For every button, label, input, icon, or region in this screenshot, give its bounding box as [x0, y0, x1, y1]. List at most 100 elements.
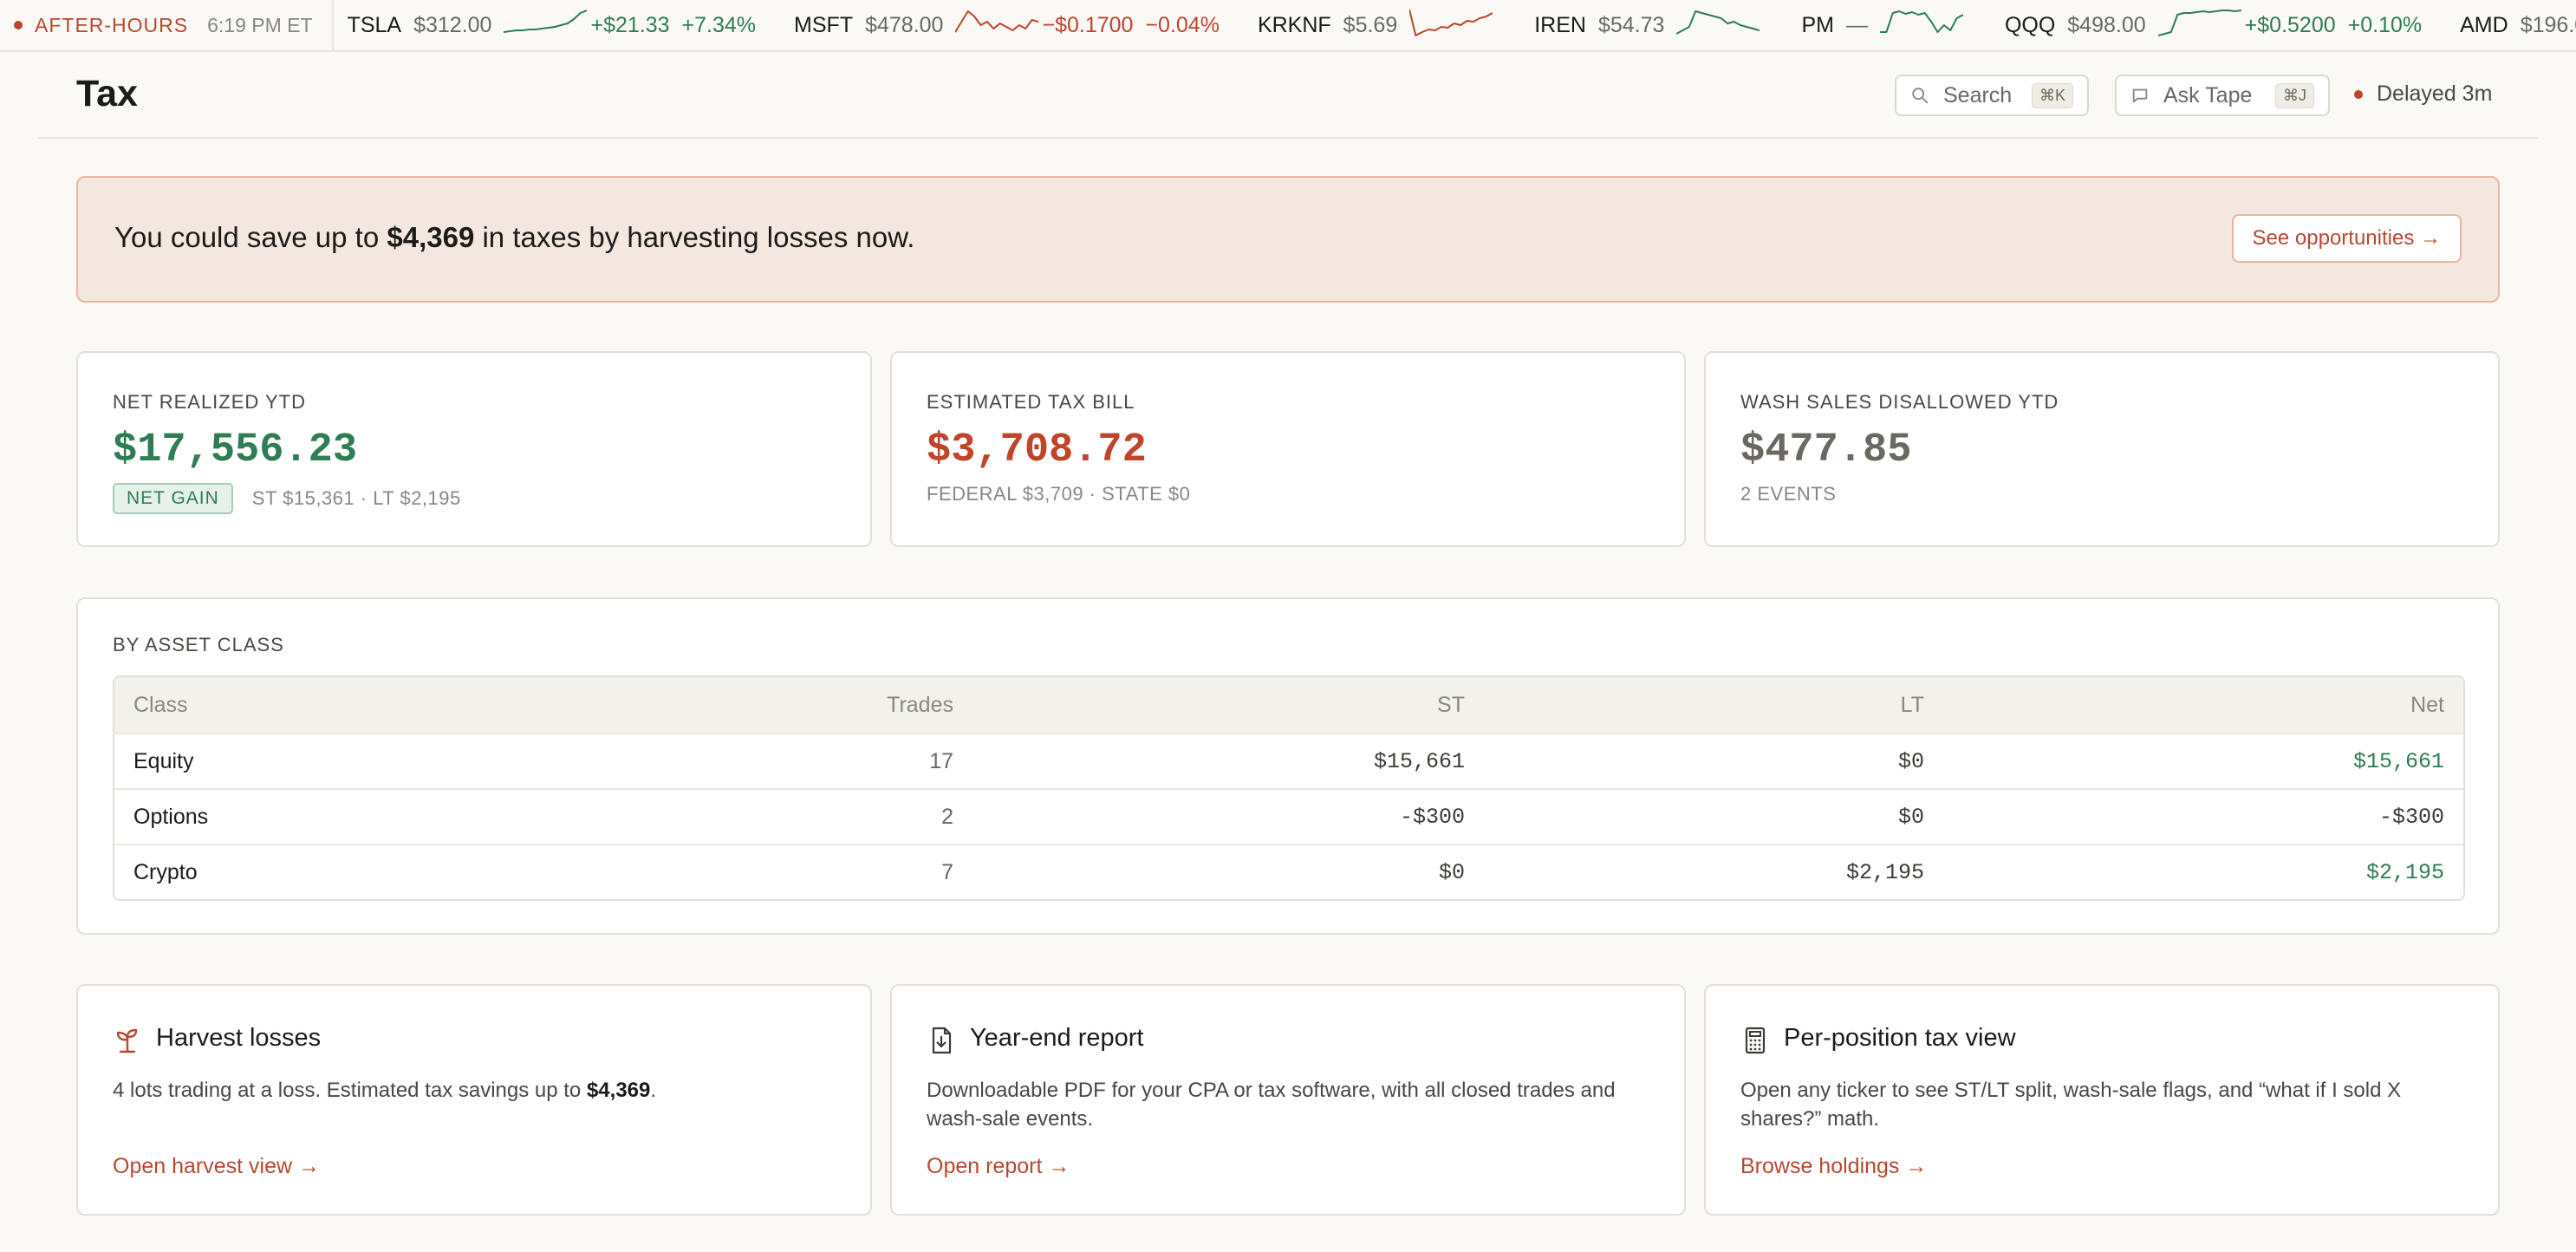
- cell-class: Equity: [133, 748, 194, 773]
- open-harvest-view-link[interactable]: Open harvest view →: [113, 1154, 320, 1179]
- table-row[interactable]: Options 2 -$300 $0 -$300: [114, 788, 2463, 844]
- card-title: Per-position tax view: [1784, 1024, 2016, 1052]
- sparkline-path: [2157, 10, 2241, 36]
- table-header-row: Class Trades ST LT Net: [114, 677, 2463, 733]
- sparkline-icon: [504, 10, 588, 33]
- desc-amount: $4,369: [586, 1079, 651, 1102]
- ticker-item-msft[interactable]: MSFT $478.00 −$0.1700 −0.04%: [794, 6, 1220, 44]
- search-label: Search: [1943, 82, 2013, 108]
- ticker-percent: −0.04%: [1145, 12, 1220, 37]
- net-gain-badge: NET GAIN: [113, 483, 233, 514]
- ticker-price: $498.00: [2067, 12, 2146, 37]
- card-description: 4 lots trading at a loss. Estimated tax …: [113, 1076, 841, 1105]
- ticker-symbol: KRKNF: [1257, 12, 1331, 37]
- sparkline-path: [955, 10, 1039, 33]
- net-realized-card: NET REALIZED YTD $17,556.23 NET GAIN ST …: [76, 351, 872, 547]
- per-position-card: Per-position tax view Open any ticker to…: [1704, 984, 2500, 1216]
- card-title: Year-end report: [970, 1024, 1144, 1052]
- ticker-symbol: IREN: [1534, 12, 1586, 37]
- session-label: AFTER-HOURS: [35, 13, 189, 36]
- column-header[interactable]: LT: [1484, 693, 1943, 718]
- cell-class: Options: [133, 804, 209, 829]
- ticker-item-tsla[interactable]: TSLA $312.00 +$21.33 +7.34%: [348, 6, 756, 44]
- status-dot: [2354, 89, 2363, 99]
- stat-sub: 2 EVENTS: [1740, 483, 1837, 505]
- ask-tape-label: Ask Tape: [2163, 82, 2253, 108]
- search-button[interactable]: Search ⌘K: [1895, 75, 2089, 116]
- sparkline-icon: [955, 10, 1039, 33]
- asset-class-table: Class Trades ST LT Net Equity 17 $15,661…: [113, 675, 2465, 901]
- ticker-symbol: QQQ: [2004, 12, 2056, 37]
- ask-tape-button[interactable]: Ask Tape ⌘J: [2115, 75, 2330, 116]
- ticker-item-pm[interactable]: PM —: [1801, 6, 1967, 44]
- table-row[interactable]: Crypto 7 $0 $2,195 $2,195: [114, 844, 2463, 899]
- tax-bill-card: ESTIMATED TAX BILL $3,708.72 FEDERAL $3,…: [890, 351, 1686, 547]
- ticker-change: +$0.5200: [2244, 12, 2336, 37]
- open-report-link[interactable]: Open report →: [927, 1154, 1070, 1179]
- ticker-price: $196.00: [2520, 12, 2576, 37]
- cell-trades: 2: [941, 804, 953, 829]
- ticker-symbol: MSFT: [794, 12, 854, 37]
- column-header[interactable]: ST: [973, 693, 1484, 718]
- ticker-item-krknf[interactable]: KRKNF $5.69: [1258, 6, 1496, 44]
- cell-lt: $2,195: [1845, 859, 1924, 885]
- year-end-report-card: Year-end report Downloadable PDF for you…: [890, 984, 1686, 1216]
- harvest-banner: You could save up to $4,369 in taxes by …: [76, 176, 2500, 303]
- see-opportunities-button[interactable]: See opportunities →: [2231, 214, 2462, 263]
- stat-sub: NET GAIN ST $15,361 · LT $2,195: [113, 483, 461, 514]
- banner-amount: $4,369: [387, 221, 475, 253]
- search-icon: [1912, 88, 1929, 104]
- stat-sub: FEDERAL $3,709 · STATE $0: [927, 483, 1191, 505]
- data-delay-status: Delayed 3m: [2354, 82, 2492, 107]
- harvest-losses-card: Harvest losses 4 lots trading at a loss.…: [76, 984, 872, 1216]
- ticker-change: −$0.1700: [1042, 12, 1134, 37]
- market-session: AFTER-HOURS 6:19 PM ET: [0, 0, 334, 50]
- column-header[interactable]: Trades: [652, 693, 973, 718]
- sparkline-path: [504, 10, 588, 33]
- calculator-icon: [1745, 1027, 1766, 1054]
- sparkline-icon: [2157, 10, 2241, 36]
- column-header[interactable]: Net: [1943, 693, 2463, 718]
- cell-trades: 17: [929, 748, 953, 773]
- ticker-percent: +7.34%: [681, 12, 757, 37]
- sparkline-icon: [1409, 9, 1493, 36]
- chat-bubble-icon: [2132, 88, 2148, 103]
- ticker-change: +$21.33: [590, 12, 670, 37]
- ticker-price: —: [1845, 12, 1868, 37]
- stat-value: $3,708.72: [927, 427, 1147, 473]
- ticker-price: $312.00: [413, 12, 492, 37]
- desc-text: 4 lots trading at a loss. Estimated tax …: [113, 1079, 587, 1102]
- ask-tape-shortcut: ⌘J: [2275, 82, 2314, 108]
- wash-sales-card: WASH SALES DISALLOWED YTD $477.85 2 EVEN…: [1704, 351, 2500, 547]
- ticker-strip: AFTER-HOURS 6:19 PM ET TSLA $312.00 +$21…: [0, 0, 2576, 52]
- file-download-icon: [932, 1027, 952, 1054]
- ticker-symbol: PM: [1801, 12, 1834, 37]
- session-time: 6:19 PM ET: [207, 13, 313, 36]
- page-title: Tax: [76, 73, 138, 114]
- ticker-price: $54.73: [1597, 12, 1665, 37]
- cell-class: Crypto: [133, 859, 198, 884]
- st-lt-breakdown: ST $15,361 · LT $2,195: [251, 487, 461, 509]
- ticker-percent: +0.10%: [2347, 12, 2423, 37]
- asset-class-card: BY ASSET CLASS Class Trades ST LT Net Eq…: [76, 597, 2500, 935]
- ticker-symbol: AMD: [2460, 12, 2508, 37]
- card-description: Downloadable PDF for your CPA or tax sof…: [927, 1079, 1616, 1131]
- header-divider: [38, 137, 2538, 139]
- sparkline-icon: [1879, 10, 1963, 33]
- table-row[interactable]: Equity 17 $15,661 $0 $15,661: [114, 733, 2463, 788]
- status-text: Delayed 3m: [2377, 82, 2493, 106]
- browse-holdings-link[interactable]: Browse holdings →: [1740, 1154, 1927, 1179]
- sparkline-icon: [1676, 10, 1760, 35]
- search-shortcut: ⌘K: [2031, 82, 2073, 108]
- cell-st: -$300: [1399, 804, 1465, 830]
- banner-message: You could save up to $4,369 in taxes by …: [114, 221, 914, 254]
- stat-label: NET REALIZED YTD: [113, 391, 307, 413]
- cell-trades: 7: [941, 859, 953, 884]
- cell-net: -$300: [2378, 804, 2444, 830]
- sparkline-path: [1879, 10, 1963, 33]
- column-header[interactable]: Class: [114, 693, 652, 718]
- ticker-item-qqq[interactable]: QQQ $498.00 +$0.5200 +0.10%: [2005, 6, 2422, 44]
- ticker-item-iren[interactable]: IREN $54.73: [1534, 6, 1763, 44]
- ticker-item-amd[interactable]: AMD $196.00: [2460, 13, 2576, 38]
- table-title: BY ASSET CLASS: [113, 634, 284, 655]
